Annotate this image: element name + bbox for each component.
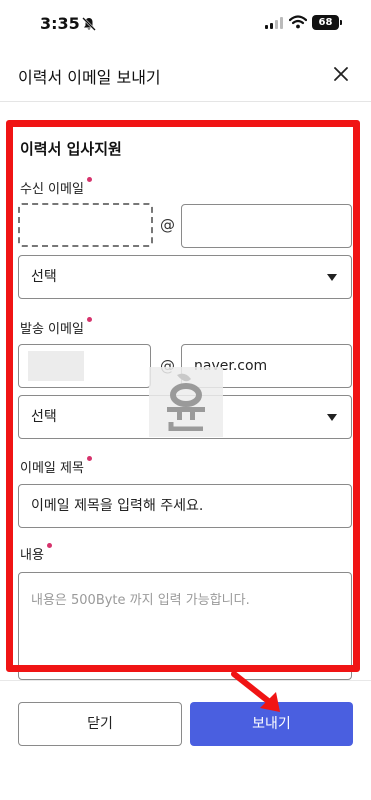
chevron-down-icon — [327, 414, 337, 421]
section-title: 이력서 입사지원 — [20, 140, 122, 158]
close-icon[interactable] — [331, 64, 351, 84]
watermark — [149, 367, 223, 437]
body-textarea[interactable]: 내용은 500Byte 까지 입력 가능합니다. — [18, 572, 352, 680]
cellular-signal-icon — [265, 17, 283, 29]
chevron-down-icon — [327, 274, 337, 281]
recipient-at-sign: @ — [160, 216, 175, 234]
wifi-icon — [289, 15, 307, 29]
required-dot — [86, 317, 92, 322]
body-label-text: 내용 — [20, 548, 44, 563]
status-bar: 3:35 68 — [0, 0, 371, 46]
required-dot — [86, 177, 92, 182]
status-time: 3:35 — [40, 14, 80, 33]
redacted-sender-id — [28, 351, 84, 381]
recipient-email-label: 수신 이메일 — [20, 177, 92, 197]
battery-indicator: 68 — [312, 15, 339, 30]
sender-domain-select-label: 선택 — [31, 409, 57, 425]
subject-input[interactable]: 이메일 제목을 입력해 주세요. — [18, 484, 352, 528]
page-title: 이력서 이메일 보내기 — [18, 68, 161, 87]
subject-label: 이메일 제목 — [20, 456, 92, 476]
close-button[interactable]: 닫기 — [18, 702, 182, 746]
recipient-email-label-text: 수신 이메일 — [20, 182, 84, 197]
bell-mute-icon — [82, 17, 96, 31]
battery-tip — [340, 20, 342, 25]
recipient-id-input[interactable] — [18, 203, 153, 247]
watermark-logo — [167, 373, 205, 431]
sender-email-label-text: 발송 이메일 — [20, 322, 84, 337]
body-placeholder: 내용은 500Byte 까지 입력 가능합니다. — [31, 593, 250, 608]
subject-label-text: 이메일 제목 — [20, 461, 84, 476]
required-dot — [46, 543, 52, 548]
recipient-domain-input[interactable] — [181, 204, 352, 248]
footer-divider — [0, 680, 371, 681]
body-label: 내용 — [20, 543, 52, 563]
send-button[interactable]: 보내기 — [190, 702, 353, 746]
recipient-domain-select-label: 선택 — [31, 269, 57, 285]
header: 이력서 이메일 보내기 — [0, 46, 371, 102]
recipient-domain-select[interactable]: 선택 — [18, 255, 352, 299]
required-dot — [86, 456, 92, 461]
sender-email-label: 발송 이메일 — [20, 317, 92, 337]
